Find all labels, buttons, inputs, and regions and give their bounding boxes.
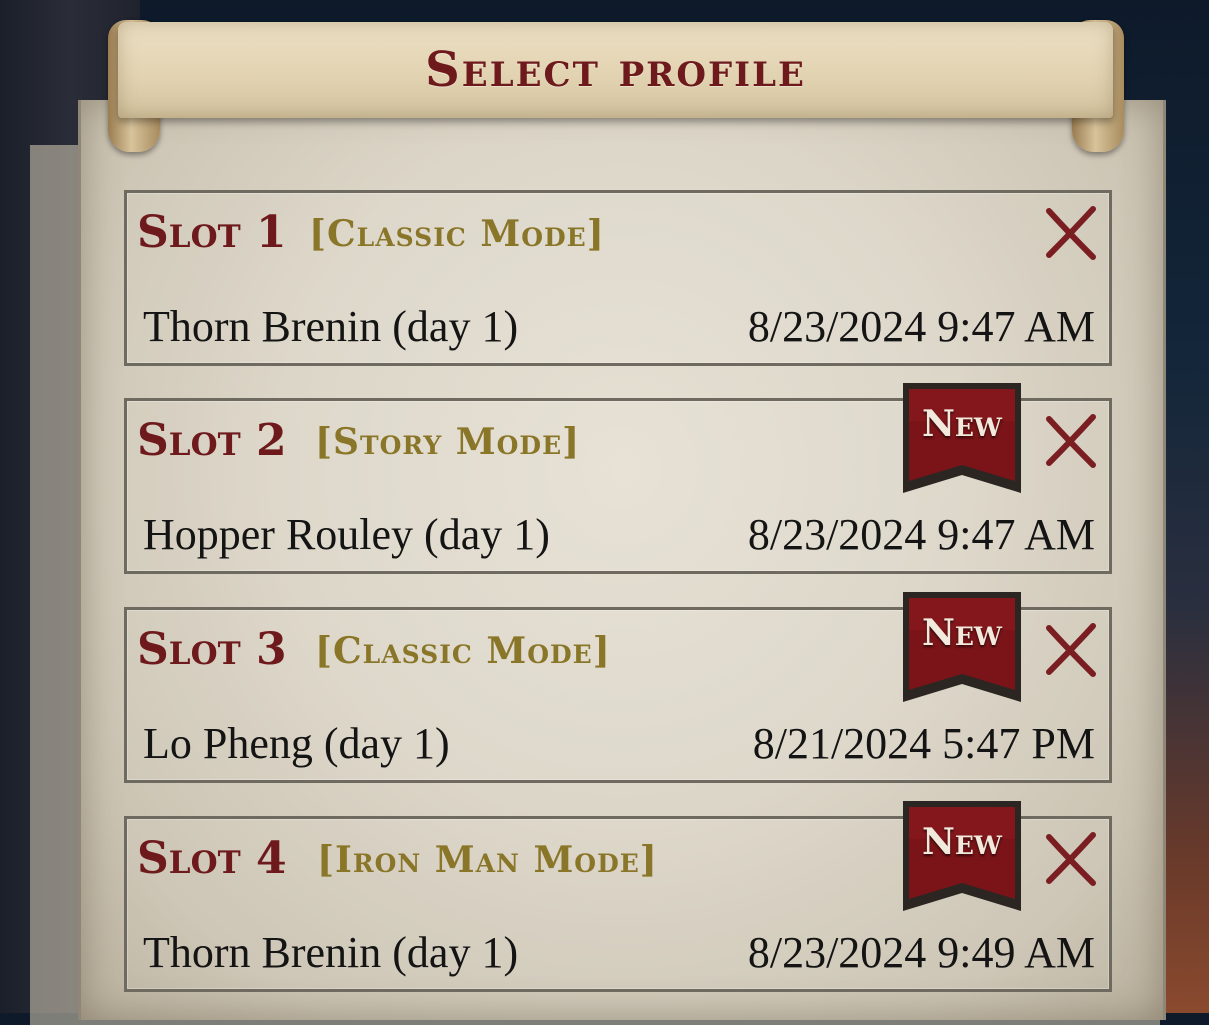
slot-mode: [Story Mode] — [315, 421, 581, 463]
character-name: Thorn Brenin (day 1) — [143, 302, 519, 351]
new-badge: New — [901, 590, 1023, 706]
title-banner: Select profile — [118, 22, 1113, 118]
save-date: 8/23/2024 9:47 AM — [747, 302, 1095, 351]
save-date: 8/23/2024 9:49 AM — [747, 928, 1095, 977]
badge-label: New — [921, 612, 1003, 654]
new-badge: New — [901, 381, 1023, 497]
close-x-icon[interactable] — [1041, 620, 1101, 680]
slot-label: Slot 4 — [137, 833, 287, 884]
slot-label: Slot 2 — [137, 415, 287, 466]
profile-slot-2[interactable]: Slot 2 [Story Mode] New Hopper Rouley (d… — [124, 383, 1112, 574]
save-date: 8/23/2024 9:47 AM — [747, 510, 1095, 559]
slot-mode: [Classic Mode] — [309, 213, 605, 255]
profile-slot-4[interactable]: Slot 4 [Iron Man Mode] New Thorn Brenin … — [124, 801, 1112, 992]
badge-label: New — [921, 821, 1003, 863]
close-x-icon[interactable] — [1041, 203, 1101, 263]
new-badge: New — [901, 799, 1023, 915]
character-name: Hopper Rouley (day 1) — [143, 510, 550, 559]
slot-mode: [Classic Mode] — [315, 630, 611, 672]
profile-slot-3[interactable]: Slot 3 [Classic Mode] New Lo Pheng (day … — [124, 592, 1112, 783]
slot-mode: [Iron Man Mode] — [317, 839, 658, 881]
close-x-icon[interactable] — [1041, 411, 1101, 471]
profile-slot-1[interactable]: Slot 1 [Classic Mode] Thorn Brenin (day … — [124, 190, 1112, 366]
character-name: Thorn Brenin (day 1) — [143, 928, 519, 977]
close-x-icon[interactable] — [1041, 829, 1101, 889]
badge-label: New — [921, 403, 1003, 445]
character-name: Lo Pheng (day 1) — [143, 719, 450, 768]
page-title: Select profile — [425, 42, 806, 98]
save-date: 8/21/2024 5:47 PM — [752, 719, 1095, 768]
slot-label: Slot 3 — [137, 624, 287, 675]
slot-label: Slot 1 — [137, 207, 287, 258]
